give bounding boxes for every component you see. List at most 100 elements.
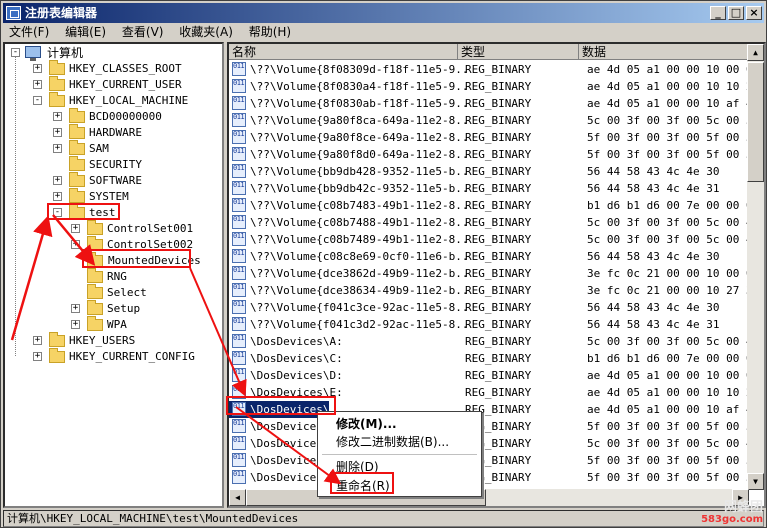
menu-file[interactable]: 文件(F) (9, 25, 49, 39)
list-item[interactable]: 011 110 \??\Volume{9a80f8ca-649a-11e2-8..… (229, 112, 759, 129)
value-data: 56 44 58 43 4c 4e 30 (587, 250, 720, 263)
expand-icon[interactable]: + (71, 224, 80, 233)
list-item[interactable]: 011 110 \??\Volume{9a80f8d0-649a-11e2-8..… (229, 146, 759, 163)
folder-icon (87, 220, 103, 235)
value-name: \??\Volume{dce3862d-49b9-11e2-b... (250, 267, 466, 280)
column-header-name[interactable]: 名称 (229, 44, 458, 60)
value-data: 5f 00 3f 00 3f 00 5f 00 55 (587, 148, 760, 161)
value-data: 56 44 58 43 4c 4e 31 (587, 318, 720, 331)
folder-icon (49, 60, 65, 75)
list-item[interactable]: 011 110\DosDevices\REG_BINARY5f 00 3f 00… (229, 452, 759, 469)
list-item[interactable]: 011 110 \??\Volume{c08c8e69-0cf0-11e6-b..… (229, 248, 749, 265)
title-bar[interactable]: 注册表编辑器 _ □ × (3, 3, 764, 23)
registry-tree[interactable]: - 计算机 + HKEY_CLASSES_ROOT + HKEY_CURRENT_US… (3, 42, 224, 508)
value-data: 56 44 58 43 4c 4e 31 (587, 182, 720, 195)
list-item[interactable]: 011 110 \??\Volume{bb9db428-9352-11e5-b..… (229, 163, 749, 180)
ctx-modify-binary[interactable]: 修改二进制数据(B)... (336, 433, 449, 451)
list-item[interactable]: 011 110 \DosDevices\A: REG_BINARY 5c 00 3f … (229, 333, 759, 350)
expand-icon[interactable]: + (71, 240, 80, 249)
column-header-data[interactable]: 数据 (579, 44, 749, 60)
list-item[interactable]: 011 110 \DosDevices\C: REG_BINARY b1 d6 b1 … (229, 350, 759, 367)
folder-icon (69, 140, 85, 155)
values-list[interactable]: 名称 类型 数据 011 110 \??\Volume{8f08309d-f18f… (227, 42, 766, 508)
tree-item-label: RNG (107, 270, 127, 283)
tree-item-label: HKEY_USERS (69, 334, 136, 347)
list-item[interactable]: 011 110 \??\Volume{c08b7483-49b1-11e2-8..… (229, 197, 759, 214)
expand-icon[interactable]: + (33, 352, 42, 361)
menu-favorites[interactable]: 收藏夹(A) (179, 25, 233, 39)
list-item[interactable]: 011 110 \??\Volume{bb9db42c-9352-11e5-b..… (229, 180, 749, 197)
maximize-button[interactable]: □ (728, 6, 744, 20)
list-item[interactable]: 011 110 \??\Volume{f041c3ce-92ac-11e5-8..… (229, 299, 749, 316)
minimize-button[interactable]: _ (710, 6, 726, 20)
value-type: REG_BINARY (465, 267, 532, 280)
expand-icon[interactable]: + (33, 64, 42, 73)
value-name: \DosDevices\A: (250, 335, 343, 348)
list-item[interactable]: 011 110\DosDevices\REG_BINARY5c 00 3f 00… (229, 435, 759, 452)
vertical-scrollbar[interactable]: ▲ ▼ (747, 44, 764, 490)
list-item[interactable]: 011 110 \DosDevices\D: REG_BINARY ae 4d 05 … (229, 367, 759, 384)
list-item[interactable]: 011 110\DosDevices\REG_BINARY5f 00 3f 00… (229, 469, 759, 486)
value-type: REG_BINARY (465, 318, 532, 331)
binary-value-icon: 011 110 (232, 351, 246, 365)
list-item[interactable]: 011 110 \??\Volume{8f0830a4-f18f-11e5-9..… (229, 78, 759, 95)
menu-bar: 文件(F) 编辑(E) 查看(V) 收藏夹(A) 帮助(H) (3, 23, 764, 41)
binary-value-icon: 011 110 (232, 164, 246, 178)
value-type: REG_BINARY (465, 148, 532, 161)
expand-icon[interactable]: + (33, 336, 42, 345)
column-header-type[interactable]: 类型 (458, 44, 579, 60)
tree-item-label: ControlSet001 (107, 222, 194, 235)
scroll-up-icon[interactable]: ▲ (747, 44, 764, 61)
value-name: \??\Volume{bb9db428-9352-11e5-b... (250, 165, 466, 178)
scroll-left-icon[interactable]: ◀ (229, 489, 246, 506)
list-item[interactable]: 011 110 \??\Volume{dce3862d-49b9-11e2-b..… (229, 265, 759, 282)
binary-value-icon: 011 110 (232, 266, 246, 280)
binary-value-icon: 011 110 (232, 198, 246, 212)
status-bar: 计算机\HKEY_LOCAL_MACHINE\test\MountedDevic… (3, 510, 764, 527)
expand-icon[interactable]: + (71, 320, 80, 329)
expand-icon[interactable]: + (53, 144, 62, 153)
list-item[interactable]: 011 110 \??\Volume{c08b7489-49b1-11e2-8..… (229, 231, 759, 248)
value-type: REG_BINARY (465, 165, 532, 178)
expand-icon[interactable]: + (53, 112, 62, 121)
regedit-app-icon (6, 6, 21, 20)
folder-icon (69, 188, 85, 203)
menu-view[interactable]: 查看(V) (122, 25, 164, 39)
collapse-icon[interactable]: - (33, 96, 42, 105)
folder-icon (49, 348, 65, 363)
list-item[interactable]: 011 110\DosDevices\REG_BINARY5f 00 3f 00… (229, 418, 759, 435)
list-item[interactable]: 011 110 \??\Volume{c08b7488-49b1-11e2-8..… (229, 214, 759, 231)
list-item[interactable]: 011 110 \??\Volume{dce38634-49b9-11e2-b..… (229, 282, 759, 299)
menu-edit[interactable]: 编辑(E) (65, 25, 106, 39)
horizontal-scrollbar[interactable]: ◀ ▶ (229, 489, 749, 506)
tree-item-label: WPA (107, 318, 127, 331)
ctx-modify[interactable]: 修改(M)... (336, 415, 397, 433)
binary-value-icon: 011 110 (232, 283, 246, 297)
list-item[interactable]: 011 110 \??\Volume{9a80f8ce-649a-11e2-8..… (229, 129, 759, 146)
window-title: 注册表编辑器 (25, 6, 98, 20)
expand-icon[interactable]: + (71, 304, 80, 313)
list-item[interactable]: 011 110 \??\Volume{f041c3d2-92ac-11e5-8..… (229, 316, 749, 333)
watermark-line2: 583go.com (701, 514, 763, 525)
value-data: ae 4d 05 a1 00 00 10 af 4b (587, 97, 760, 110)
folder-icon (49, 92, 65, 107)
scroll-thumb[interactable] (747, 62, 764, 182)
value-type: REG_BINARY (465, 335, 532, 348)
folder-icon (87, 316, 103, 331)
expand-icon[interactable]: + (53, 192, 62, 201)
value-name: \??\Volume{c08b7483-49b1-11e2-8... (250, 199, 466, 212)
close-button[interactable]: × (746, 6, 762, 20)
menu-help[interactable]: 帮助(H) (249, 25, 291, 39)
binary-value-icon: 011 110 (232, 96, 246, 110)
value-type: REG_BINARY (465, 97, 532, 110)
expand-icon[interactable]: + (53, 176, 62, 185)
tree-item-label: Setup (107, 302, 141, 315)
scroll-down-icon[interactable]: ▼ (747, 473, 764, 490)
expand-icon[interactable]: + (33, 80, 42, 89)
value-name: \??\Volume{f041c3ce-92ac-11e5-8... (250, 301, 466, 314)
list-item[interactable]: 011 110 \??\Volume{8f08309d-f18f-11e5-9..… (229, 61, 759, 78)
value-name: \??\Volume{9a80f8d0-649a-11e2-8... (250, 148, 466, 161)
expand-icon[interactable]: + (53, 128, 62, 137)
value-data: ae 4d 05 a1 00 00 10 af 4b (587, 403, 760, 416)
list-item[interactable]: 011 110 \??\Volume{8f0830ab-f18f-11e5-9..… (229, 95, 759, 112)
